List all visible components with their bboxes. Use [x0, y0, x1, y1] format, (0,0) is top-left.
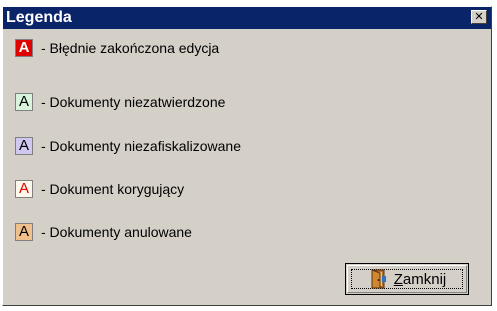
legend-sample-cancelled: A: [15, 223, 33, 241]
legend-sample-correction: A: [15, 180, 33, 198]
legend-item-unfiscalized: A - Dokumenty niezafiskalizowane: [15, 135, 241, 157]
window-title: Legenda: [6, 9, 72, 26]
legend-item-correction: A - Dokument korygujący: [15, 178, 184, 200]
legend-item-unapproved: A - Dokumenty niezatwierdzone: [15, 91, 225, 113]
legend-sample-unfiscalized: A: [15, 137, 33, 155]
door-icon: [368, 269, 388, 289]
close-button-label: Zamknij: [393, 270, 447, 288]
legend-label-unfiscalized: - Dokumenty niezafiskalizowane: [41, 138, 241, 154]
close-icon[interactable]: ✕: [471, 10, 487, 24]
legend-item-error: A - Błędnie zakończona edycja: [15, 37, 219, 59]
legend-label-unapproved: - Dokumenty niezatwierdzone: [41, 94, 226, 110]
legend-label-cancelled: - Dokumenty anulowane: [41, 224, 192, 240]
title-bar: Legenda ✕: [3, 7, 491, 29]
legend-sample-unapproved: A: [15, 93, 33, 111]
legend-dialog: Legenda ✕ A - Błędnie zakończona edycja …: [2, 6, 492, 306]
legend-sample-error: A: [15, 39, 33, 57]
legend-label-error: - Błędnie zakończona edycja: [41, 40, 220, 56]
legend-item-cancelled: A - Dokumenty anulowane: [15, 221, 192, 243]
legend-label-correction: - Dokument korygujący: [41, 181, 185, 197]
close-button[interactable]: Zamknij: [345, 263, 469, 295]
